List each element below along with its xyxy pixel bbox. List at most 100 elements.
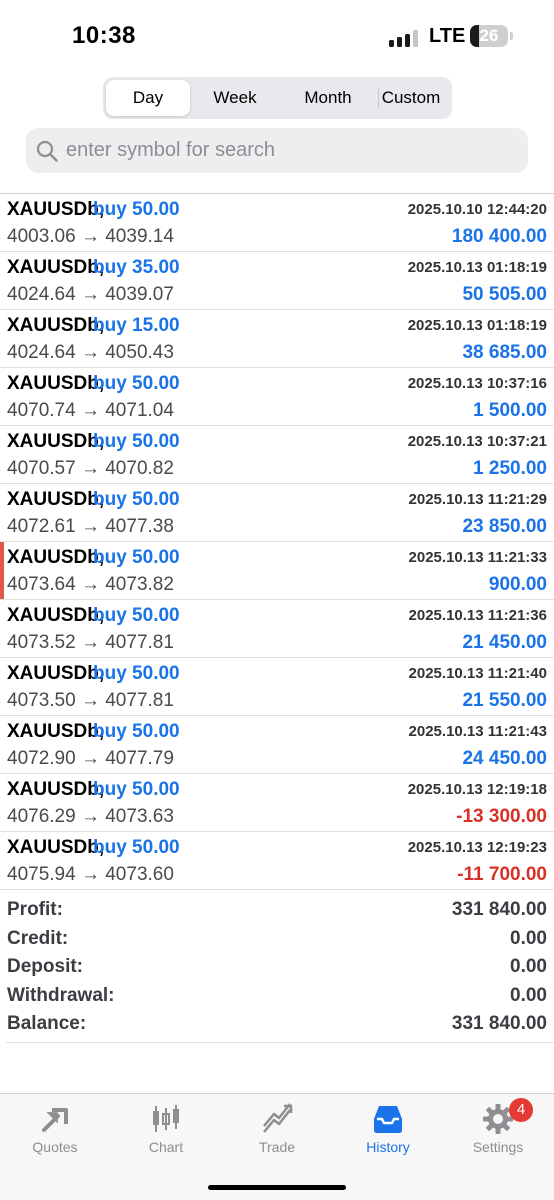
trade-side-volume: buy 50.00 [93,837,180,858]
trade-row[interactable]: XAUUSDb, buy 50.00 2025.10.13 11:21:33 4073… [0,542,554,600]
trade-row[interactable]: XAUUSDb, buy 50.00 2025.10.13 12:19:23 4075… [0,832,554,890]
status-bar: 10:38 LTE 26 [0,0,554,70]
search-input[interactable] [66,128,516,173]
trade-symbol: XAUUSDb, [7,837,105,858]
trade-row[interactable]: XAUUSDb, buy 50.00 2025.10.13 11:21:40 4073… [0,658,554,716]
summary-value: 0.00 [510,956,547,977]
trade-prices: 4073.50 → 4077.81 [7,690,174,711]
trade-side-volume: buy 50.00 [93,605,180,626]
battery-icon: 26 [470,25,508,47]
trade-profit: 38 685.00 [462,342,547,363]
period-tab-month[interactable]: Month [280,77,376,119]
trade-row[interactable]: XAUUSDb, buy 50.00 2025.10.13 11:21:36 4073… [0,600,554,658]
trade-time: 2025.10.13 11:21:36 [408,607,547,624]
trade-side-volume: buy 50.00 [93,779,180,800]
period-tab-custom[interactable]: Custom [369,77,453,119]
trade-time: 2025.10.13 11:21:33 [408,549,547,566]
trade-side-volume: buy 50.00 [93,199,180,220]
trade-icon [263,1103,293,1133]
tab-trade[interactable]: Trade [222,1094,332,1164]
trade-symbol: XAUUSDb, [7,721,105,742]
battery-level: 26 [479,26,499,45]
trade-prices: 4070.74 → 4071.04 [7,400,174,421]
trade-side-volume: buy 50.00 [93,489,180,510]
tab-quotes[interactable]: Quotes [0,1094,110,1164]
trade-profit: 24 450.00 [462,748,547,769]
trade-row[interactable]: XAUUSDb, buy 50.00 2025.10.13 11:21:43 4072… [0,716,554,774]
tab-history[interactable]: History [333,1094,443,1164]
trade-prices: 4076.29 → 4073.63 [7,806,174,827]
summary-label: Balance: [7,1013,87,1034]
tab-chart[interactable]: Chart [111,1094,221,1164]
trade-prices: 4003.06 → 4039.14 [7,226,174,247]
battery-cap [510,32,513,40]
trade-row[interactable]: XAUUSDb, buy 15.00 2025.10.13 01:18:19 4024… [0,310,554,368]
trade-symbol: XAUUSDb, [7,257,105,278]
tab-bar: Quotes Chart Trade History 4 Settings [0,1093,554,1200]
trade-row[interactable]: XAUUSDb, buy 50.00 2025.10.13 10:37:21 4070… [0,426,554,484]
trade-prices: 4073.52 → 4077.81 [7,632,174,653]
trade-prices: 4070.57 → 4070.82 [7,458,174,479]
period-tab-day[interactable]: Day [106,80,190,116]
trade-prices: 4024.64 → 4039.07 [7,284,174,305]
summary-row: Profit: 331 840.00 [0,897,554,926]
trade-row[interactable]: XAUUSDb, buy 50.00 2025.10.13 11:21:29 4072… [0,484,554,542]
trade-side-volume: buy 50.00 [93,373,180,394]
summary-row: Balance: 331 840.00 [0,1011,554,1040]
trade-time: 2025.10.13 12:19:18 [407,781,547,798]
trade-symbol: XAUUSDb, [7,373,105,394]
trade-symbol: XAUUSDb, [7,663,105,684]
trade-prices: 4075.94 → 4073.60 [7,864,174,885]
trade-symbol: XAUUSDb, [7,431,105,452]
trades-list: XAUUSDb, buy 50.00 2025.10.10 12:44:20 4003… [0,193,554,890]
trade-row[interactable]: XAUUSDb, buy 35.00 2025.10.13 01:18:19 4024… [0,252,554,310]
trade-symbol: XAUUSDb, [7,605,105,626]
summary-row: Credit: 0.00 [0,926,554,955]
trade-profit: 1 250.00 [473,458,547,479]
summary-row: Withdrawal: 0.00 [0,983,554,1012]
trade-symbol: XAUUSDb, [7,489,105,510]
period-segmented-control: Day Week Month Custom [103,77,452,119]
trade-side-volume: buy 50.00 [93,547,180,568]
summary-value: 331 840.00 [451,899,547,920]
trade-row[interactable]: XAUUSDb, buy 50.00 2025.10.13 10:37:16 4070… [0,368,554,426]
tab-label: Chart [148,1139,184,1155]
trade-profit: 1 500.00 [473,400,547,421]
trade-time: 2025.10.13 11:21:43 [408,723,547,740]
settings-badge: 4 [509,1098,533,1122]
trade-time: 2025.10.13 11:21:29 [408,491,547,508]
quotes-icon [42,1108,68,1132]
trade-profit: 180 400.00 [451,226,547,247]
period-tab-week[interactable]: Week [192,77,278,119]
trade-prices: 4072.61 → 4077.38 [7,516,174,537]
trade-time: 2025.10.13 01:18:19 [407,259,547,276]
trade-symbol: XAUUSDb, [7,547,105,568]
summary-divider [6,1042,554,1043]
trade-side-volume: buy 15.00 [93,315,180,336]
tab-settings[interactable]: 4 Settings [443,1094,553,1164]
trade-row[interactable]: XAUUSDb, buy 50.00 2025.10.10 12:44:20 4003… [0,194,554,252]
trade-row[interactable]: XAUUSDb, buy 50.00 2025.10.13 12:19:18 4076… [0,774,554,832]
tab-label: Quotes [32,1139,78,1155]
trade-profit: -11 700.00 [457,864,547,885]
summary-value: 0.00 [510,927,547,949]
trade-profit: 50 505.00 [462,284,547,305]
summary-label: Profit: [7,899,63,920]
cellular-signal-icon [389,29,419,47]
trade-side-volume: buy 50.00 [93,663,180,684]
network-label: LTE [429,25,466,47]
summary-label: Credit: [7,927,69,949]
summary-label: Withdrawal: [7,984,115,1006]
trade-side-volume: buy 50.00 [93,721,180,742]
summary-section: Profit: 331 840.00 Credit: 0.00 Deposit: 0.00… [0,897,554,1040]
trade-time: 2025.10.13 01:18:19 [407,317,547,334]
trade-prices: 4024.64 → 4050.43 [7,342,174,363]
trade-time: 2025.10.13 10:37:16 [407,375,547,392]
history-icon [374,1106,402,1133]
trade-symbol: XAUUSDb, [7,199,105,220]
trade-side-volume: buy 50.00 [93,431,180,452]
summary-row: Deposit: 0.00 [0,954,554,983]
trade-time: 2025.10.13 10:37:21 [407,433,547,450]
status-time: 10:38 [72,22,136,49]
tab-label: History [366,1139,410,1155]
